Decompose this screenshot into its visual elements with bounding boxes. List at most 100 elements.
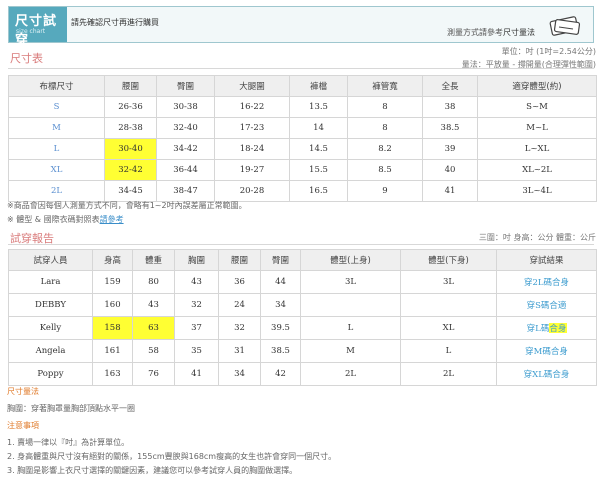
table-cell: 161: [92, 339, 133, 363]
col-fit-type: 適穿體型(約): [477, 75, 597, 97]
col-leg-opening: 褲管寬: [347, 75, 423, 97]
table-cell: 34-45: [104, 180, 157, 202]
table-row: DEBBY 160 43 32 24 34 穿S碼合適: [8, 293, 597, 317]
divider: [8, 244, 594, 245]
col-lower-body: 體型(下身): [400, 249, 497, 271]
col-thigh: 大腿圍: [214, 75, 290, 97]
table-cell: 163: [92, 362, 133, 386]
table-cell: 36: [218, 270, 261, 294]
table-cell: 8.5: [347, 159, 423, 181]
col-waist: 腰圍: [218, 249, 261, 271]
fit-result: 穿2L碼合身: [496, 270, 597, 294]
table-cell: 39: [422, 138, 478, 160]
table-cell: 38.5: [260, 339, 301, 363]
notes-title: 注意事項: [7, 421, 39, 430]
table-cell: 18-24: [214, 138, 290, 160]
table-cell: 38-47: [156, 180, 215, 202]
table-cell: 3L~4L: [477, 180, 597, 202]
tester-name: Kelly: [8, 316, 93, 340]
col-hip: 臀圍: [260, 249, 301, 271]
fit-unit-note: 三圍：吋 身高：公分 體重：公斤: [478, 233, 596, 242]
table-cell: 14: [289, 117, 348, 139]
table-cell: 80: [132, 270, 175, 294]
table-row: XL 32-42 36-44 19-27 15.5 8.5 40 XL~2L: [8, 159, 597, 181]
col-length: 全長: [422, 75, 478, 97]
table-cell: 37: [174, 316, 219, 340]
table-cell: 16-22: [214, 96, 290, 118]
table-cell: 76: [132, 362, 175, 386]
col-height: 身高: [92, 249, 133, 271]
fit-report-table: 試穿人員 身高 體重 胸圍 腰圍 臀圍 體型(上身) 體型(下身) 穿試結果 L…: [8, 249, 597, 386]
header-right-note: 測量方式請參考尺寸量法: [447, 27, 535, 38]
table-cell: S~M: [477, 96, 597, 118]
table-cell: 14.5: [289, 138, 348, 160]
table-cell: 159: [92, 270, 133, 294]
table-cell: 35: [174, 339, 219, 363]
header-right-text: 測量方式請參考: [447, 28, 503, 37]
table-cell: 160: [92, 293, 133, 317]
table-row: S 26-36 30-38 16-22 13.5 8 38 S~M: [8, 96, 597, 118]
highlighted-cell: 32-42: [104, 159, 157, 181]
table-row: Lara 159 80 43 36 44 3L 3L 穿2L碼合身: [8, 270, 597, 294]
table-cell: 32: [174, 293, 219, 317]
table-cell: L~XL: [477, 138, 597, 160]
col-waist: 腰圍: [104, 75, 157, 97]
size-table-header: 布標尺寸 腰圍 臀圍 大腿圍 褲檔 褲管寬 全長 適穿體型(約): [8, 75, 597, 97]
table-cell: 15.5: [289, 159, 348, 181]
table-cell: 41: [174, 362, 219, 386]
col-result: 穿試結果: [496, 249, 597, 271]
table-cell: M: [300, 339, 401, 363]
tester-name: Angela: [8, 339, 93, 363]
size-chart-header: 尺寸試穿 size chart 請先確認尺寸再進行購買 測量方式請參考尺寸量法: [8, 6, 594, 48]
table-cell: 28-38: [104, 117, 157, 139]
table-cell: 38.5: [422, 117, 478, 139]
table-cell: 8: [347, 96, 423, 118]
fit-result: 穿M碼合身: [496, 339, 597, 363]
table-cell: 34: [260, 293, 301, 317]
table-cell: L: [300, 316, 401, 340]
fit-result: 穿XL碼合身: [496, 362, 597, 386]
header-subtitle: size chart: [16, 28, 46, 35]
table-cell: 44: [260, 270, 301, 294]
size-label: M: [8, 117, 105, 139]
table-cell: 3L: [400, 270, 497, 294]
fit-table-header: 試穿人員 身高 體重 胸圍 腰圍 臀圍 體型(上身) 體型(下身) 穿試結果: [8, 249, 597, 271]
table-row: Angela 161 58 35 31 38.5 M L 穿M碼合身: [8, 339, 597, 363]
table-row: Kelly 158 63 37 32 39.5 L XL 穿L碼合身: [8, 316, 597, 340]
table-row: Poppy 163 76 41 34 42 2L 2L 穿XL碼合身: [8, 362, 597, 386]
table-cell: 42: [260, 362, 301, 386]
table-cell: 2L: [300, 362, 401, 386]
col-weight: 體重: [132, 249, 175, 271]
table-cell: 31: [218, 339, 261, 363]
tester-name: DEBBY: [8, 293, 93, 317]
tolerance-note: ※商品會因每個人測量方式不同，會略有1~2吋內誤差屬正常範圍。: [7, 201, 247, 210]
table-cell: 16.5: [289, 180, 348, 202]
table-cell: L: [400, 339, 497, 363]
table-row: 2L 34-45 38-47 20-28 16.5 9 41 3L~4L: [8, 180, 597, 202]
table-cell: 58: [132, 339, 175, 363]
note-item: 2. 身高體重與尺寸沒有絕對的關係，155cm豐腴與168cm瘦高的女生也許會穿…: [7, 452, 337, 461]
table-cell: 38: [422, 96, 478, 118]
table-row: L 30-40 34-42 18-24 14.5 8.2 39 L~XL: [8, 138, 597, 160]
table-cell: 40: [422, 159, 478, 181]
fit-result: 穿S碼合適: [496, 293, 597, 317]
size-reference-note: ※ 體型 & 國際衣碼對照表請參考: [7, 214, 124, 225]
table-cell: 34: [218, 362, 261, 386]
note-item: 3. 胸圍是影響上衣尺寸選擇的關鍵因素，建議您可以參考試穿人員的胸圍做選擇。: [7, 466, 298, 475]
fit-result: 穿L碼合身: [496, 316, 597, 340]
size-chart-logo: 尺寸試穿 size chart: [9, 7, 67, 48]
table-cell: 19-27: [214, 159, 290, 181]
size-reference-link[interactable]: 請參考: [100, 215, 124, 224]
table-cell: 3L: [300, 270, 401, 294]
table-cell: 8: [347, 117, 423, 139]
table-cell: XL~2L: [477, 159, 597, 181]
table-cell: 43: [132, 293, 175, 317]
measure-text: 胸圍：穿著胸罩量胸部頂點水平一圈: [7, 404, 135, 413]
tester-name: Poppy: [8, 362, 93, 386]
col-upper-body: 體型(上身): [300, 249, 401, 271]
table-cell: 24: [218, 293, 261, 317]
tester-name: Lara: [8, 270, 93, 294]
col-bust: 胸圍: [174, 249, 219, 271]
table-cell: 17-23: [214, 117, 290, 139]
size-label: 2L: [8, 180, 105, 202]
